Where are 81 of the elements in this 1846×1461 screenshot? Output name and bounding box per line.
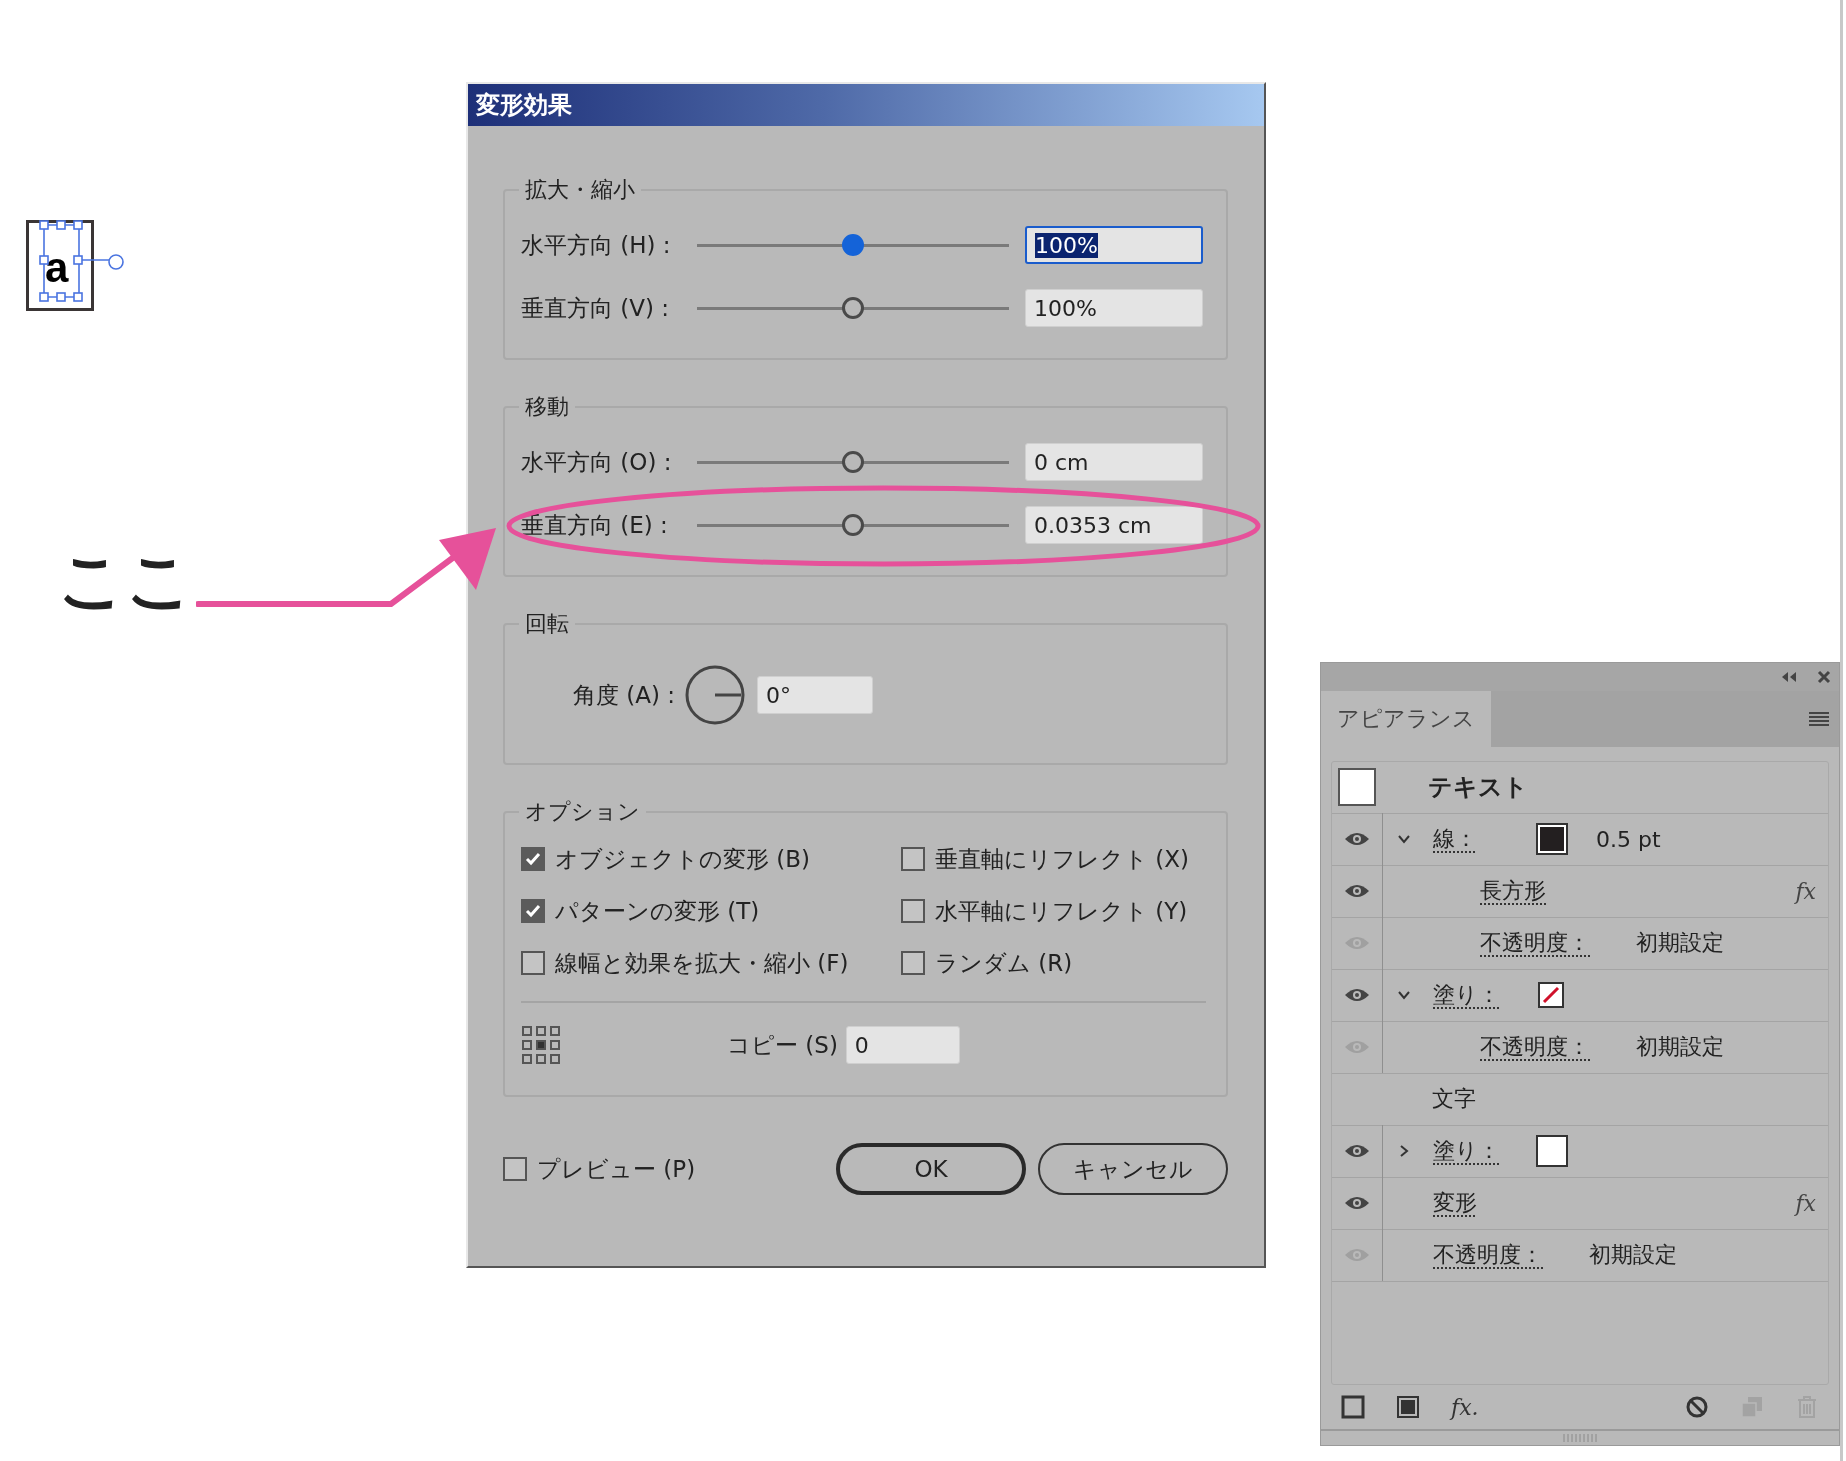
input-field[interactable]: 100% xyxy=(1025,226,1203,264)
close-icon[interactable] xyxy=(1817,669,1831,684)
collapse-icon[interactable] xyxy=(1781,670,1797,683)
field-label: コピー (S) xyxy=(727,1030,838,1060)
checkmark-icon xyxy=(524,902,542,920)
appearance-row[interactable]: 不透明度： 初期設定 xyxy=(1332,1021,1828,1074)
appearance-row[interactable]: 塗り： xyxy=(1332,969,1828,1022)
effect-mark[interactable]: fx xyxy=(1795,1190,1816,1216)
eye-icon[interactable] xyxy=(1344,883,1370,900)
appearance-row[interactable]: 線： 0.5 pt xyxy=(1332,813,1828,866)
cancel-button[interactable]: キャンセル xyxy=(1038,1143,1228,1195)
row-label: 文字 xyxy=(1431,1085,1476,1114)
reference-point-icon[interactable] xyxy=(521,1025,561,1065)
row-value: 初期設定 xyxy=(1636,929,1724,958)
checkbox-label[interactable]: パターンの変形 (T) xyxy=(555,895,760,927)
eye-icon[interactable] xyxy=(1344,831,1370,848)
input-field[interactable]: 0° xyxy=(757,676,874,714)
checkbox-label[interactable]: 線幅と効果を拡大・縮小 (F) xyxy=(555,947,849,979)
checkbox-label[interactable]: ランダム (R) xyxy=(935,947,1073,979)
color-swatch[interactable] xyxy=(1538,1137,1566,1166)
field-label: 水平方向 (O) : xyxy=(521,447,673,477)
slider-thumb[interactable] xyxy=(842,297,864,319)
checkbox[interactable] xyxy=(901,951,925,975)
checkbox-label[interactable]: オブジェクトの変形 (B) xyxy=(555,843,811,875)
panel-tab[interactable]: アピアランス xyxy=(1321,690,1491,747)
row-value: 初期設定 xyxy=(1589,1241,1677,1270)
field-label: 角度 (A) : xyxy=(573,680,676,710)
row-label[interactable]: 線： xyxy=(1419,824,1477,855)
input-field[interactable]: 0.0353 cm xyxy=(1025,506,1203,544)
slider-thumb[interactable] xyxy=(842,514,864,536)
row-label[interactable]: 変形 xyxy=(1419,1188,1477,1219)
appearance-row[interactable]: 塗り： xyxy=(1332,1125,1828,1178)
checkbox-label[interactable]: 水平軸にリフレクト (Y) xyxy=(935,895,1188,927)
thumbnail-swatch xyxy=(1338,768,1376,807)
new-stroke-icon[interactable] xyxy=(1341,1395,1365,1420)
effect-mark[interactable]: fx xyxy=(1795,878,1816,904)
row-label[interactable]: 塗り： xyxy=(1419,980,1500,1011)
eye-icon[interactable] xyxy=(1344,1195,1370,1212)
row-value: 0.5 pt xyxy=(1596,826,1661,852)
eye-icon[interactable] xyxy=(1344,987,1370,1004)
input-field[interactable]: 0 xyxy=(845,1026,960,1064)
color-swatch[interactable] xyxy=(1538,825,1566,854)
appearance-row[interactable]: 変形 fx xyxy=(1332,1177,1828,1230)
appearance-row[interactable]: 不透明度： 初期設定 xyxy=(1332,917,1828,970)
slider-thumb[interactable] xyxy=(842,234,864,256)
row-label[interactable]: 不透明度： xyxy=(1466,1032,1590,1063)
field-label: 水平方向 (H) : xyxy=(521,230,672,260)
window-title: 変形効果 xyxy=(476,90,572,121)
checkbox[interactable] xyxy=(901,847,925,871)
rotate-handle-icon[interactable] xyxy=(106,252,126,272)
checkbox[interactable] xyxy=(901,899,925,923)
input-field[interactable]: 0 cm xyxy=(1025,443,1203,481)
resize-grip-icon[interactable] xyxy=(1562,1434,1598,1443)
checkbox[interactable] xyxy=(521,951,545,975)
input-field[interactable]: 100% xyxy=(1025,289,1203,327)
appearance-row[interactable]: 不透明度： 初期設定 xyxy=(1332,1229,1828,1282)
row-label[interactable]: 長方形 xyxy=(1466,876,1546,907)
eye-icon[interactable] xyxy=(1344,1143,1370,1160)
checkbox[interactable] xyxy=(503,1157,527,1181)
new-fill-icon[interactable] xyxy=(1396,1395,1420,1420)
clear-icon[interactable] xyxy=(1685,1395,1709,1420)
checkmark-icon xyxy=(524,850,542,868)
checkbox[interactable] xyxy=(521,899,545,923)
row-value: 初期設定 xyxy=(1636,1033,1724,1062)
row-label[interactable]: 不透明度： xyxy=(1466,928,1590,959)
checkbox-label[interactable]: 垂直軸にリフレクト (X) xyxy=(935,843,1189,875)
canvas-text: a xyxy=(45,244,69,291)
ok-button[interactable]: OK xyxy=(836,1143,1026,1195)
appearance-row[interactable]: 文字 xyxy=(1332,1073,1828,1126)
menu-icon[interactable] xyxy=(1809,710,1829,727)
target-label: テキスト xyxy=(1428,772,1528,804)
annotation-text: ここ xyxy=(58,545,194,618)
no-color-swatch[interactable] xyxy=(1538,982,1564,1009)
row-label[interactable]: 不透明度： xyxy=(1419,1240,1543,1271)
field-label: 垂直方向 (V) : xyxy=(521,293,671,323)
checkbox-label[interactable]: プレビュー (P) xyxy=(537,1153,696,1185)
row-label[interactable]: 塗り： xyxy=(1419,1136,1500,1167)
appearance-row[interactable]: 長方形 fx xyxy=(1332,865,1828,918)
slider-thumb[interactable] xyxy=(842,451,864,473)
checkbox[interactable] xyxy=(521,847,545,871)
add-effect-button[interactable]: fx. xyxy=(1451,1394,1479,1420)
